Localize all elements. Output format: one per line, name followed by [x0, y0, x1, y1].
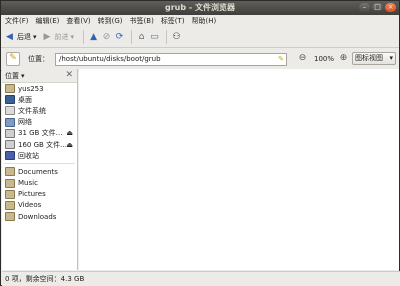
- network-icon: [5, 117, 15, 127]
- location-label: 位置：: [28, 55, 49, 63]
- zoom-in-icon[interactable]: ⊕: [338, 53, 349, 64]
- sidebar-divider: [4, 163, 75, 165]
- sidebar-item-videos[interactable]: Videos: [2, 200, 77, 211]
- sidebar-item-label: 31 GB 文件…: [18, 129, 63, 138]
- back-dropdown-icon[interactable]: ▾: [33, 33, 37, 41]
- sidebar-item-label: 回收站: [18, 151, 39, 160]
- menu-bookmarks[interactable]: 书签(B): [130, 16, 154, 26]
- sidebar-item-music[interactable]: Music: [2, 178, 77, 189]
- menu-go[interactable]: 转到(G): [98, 16, 123, 26]
- toolbar: ◀ 后退 ▾ ▶ 前进 ▾ ▲ ⊘ ⟳ ⌂ ▭ ⚇: [1, 27, 399, 48]
- sidebar-item-label: Downloads: [18, 212, 57, 221]
- sidebar-item-documents[interactable]: Documents: [2, 166, 77, 177]
- edit-clear-icon[interactable]: ✎: [278, 54, 284, 65]
- filesystem-icon: [5, 106, 15, 116]
- drive-icon: [5, 128, 15, 138]
- file-view-area[interactable]: [79, 69, 399, 270]
- forward-button[interactable]: ▶ 前进 ▾: [42, 31, 75, 43]
- chevron-down-icon: ▾: [21, 71, 25, 80]
- file-browser-window: grub - 文件浏览器 – □ × 文件(F) 编辑(E) 查看(V) 转到(…: [0, 0, 400, 286]
- sidebar-item-desktop[interactable]: 桌面: [2, 94, 77, 105]
- home-folder-icon: [5, 84, 15, 94]
- up-arrow-icon[interactable]: ▲: [88, 32, 99, 43]
- minimize-button[interactable]: –: [359, 3, 370, 12]
- status-bar: 0 项，剩余空间：4.3 GB: [2, 271, 400, 286]
- sidebar-header[interactable]: 位置 ▾ ✕: [2, 69, 77, 83]
- sidebar-item-home[interactable]: yus253: [2, 83, 77, 94]
- maximize-button[interactable]: □: [372, 3, 383, 12]
- sidebar-item-label: Music: [18, 179, 38, 188]
- sidebar-item-trash[interactable]: 回收站: [2, 150, 77, 161]
- window-title: grub - 文件浏览器: [165, 3, 235, 12]
- toolbar-separator: [166, 30, 168, 44]
- forward-arrow-icon: ▶: [43, 31, 51, 42]
- path-value: /host/ubuntu/disks/boot/grub: [59, 54, 161, 63]
- chevron-down-icon: ▾: [389, 54, 393, 62]
- home-icon[interactable]: ⌂: [136, 32, 147, 43]
- menu-tabs[interactable]: 标签(T): [161, 16, 185, 26]
- view-mode-select[interactable]: 图标视图 ▾: [352, 52, 396, 65]
- sidebar-item-drive-31gb[interactable]: 31 GB 文件… ⏏: [2, 128, 77, 139]
- menu-view[interactable]: 查看(V): [66, 16, 90, 26]
- sidebar-item-pictures[interactable]: Pictures: [2, 189, 77, 200]
- folder-icon: [5, 200, 15, 210]
- close-button[interactable]: ×: [385, 3, 396, 12]
- trash-icon: [5, 151, 15, 161]
- title-bar[interactable]: grub - 文件浏览器 – □ ×: [1, 1, 399, 15]
- menu-file[interactable]: 文件(F): [5, 16, 29, 26]
- eject-icon[interactable]: ⏏: [66, 141, 73, 149]
- sidebar-item-label: Pictures: [18, 190, 46, 199]
- computer-icon[interactable]: ▭: [149, 32, 160, 43]
- sidebar: 位置 ▾ ✕ yus253 桌面 文件系统 网络 31 GB 文件… ⏏ 160 …: [2, 69, 78, 270]
- desktop-icon: [5, 95, 15, 105]
- sidebar-item-label: yus253: [18, 84, 44, 93]
- forward-dropdown-icon[interactable]: ▾: [71, 33, 75, 41]
- location-bar: ✎ 位置： /host/ubuntu/disks/boot/grub ✎ ⊖ 1…: [1, 48, 399, 71]
- toggle-path-edit-icon[interactable]: ✎: [6, 52, 20, 66]
- sidebar-item-label: 160 GB 文件…: [18, 140, 68, 149]
- reload-icon[interactable]: ⟳: [114, 32, 125, 43]
- menu-help[interactable]: 帮助(H): [192, 16, 217, 26]
- back-label: 后退: [17, 33, 31, 41]
- folder-icon: [5, 167, 15, 177]
- back-arrow-icon: ◀: [6, 31, 13, 42]
- folder-icon: [5, 212, 15, 222]
- sidebar-item-downloads[interactable]: Downloads: [2, 211, 77, 222]
- sidebar-item-network[interactable]: 网络: [2, 117, 77, 128]
- menu-edit[interactable]: 编辑(E): [36, 16, 60, 26]
- eject-icon[interactable]: ⏏: [66, 129, 73, 137]
- folder-icon: [5, 178, 15, 188]
- sidebar-header-label: 位置: [5, 71, 19, 80]
- stop-icon[interactable]: ⊘: [101, 32, 112, 43]
- drive-icon: [5, 140, 15, 150]
- sidebar-item-drive-160gb[interactable]: 160 GB 文件… ⏏: [2, 139, 77, 150]
- view-mode-value: 图标视图: [355, 54, 383, 62]
- path-input[interactable]: /host/ubuntu/disks/boot/grub ✎: [55, 52, 287, 66]
- sidebar-item-label: Documents: [18, 167, 58, 176]
- zoom-level: 100%: [314, 54, 335, 63]
- menu-bar: 文件(F) 编辑(E) 查看(V) 转到(G) 书签(B) 标签(T) 帮助(H…: [1, 15, 399, 27]
- sidebar-item-filesystem[interactable]: 文件系统: [2, 105, 77, 116]
- folder-icon: [5, 189, 15, 199]
- back-button[interactable]: ◀ 后退 ▾: [4, 31, 37, 43]
- sidebar-item-label: 桌面: [18, 95, 32, 104]
- search-binoculars-icon[interactable]: ⚇: [171, 32, 182, 43]
- sidebar-item-label: 文件系统: [18, 106, 46, 115]
- zoom-out-icon[interactable]: ⊖: [297, 53, 308, 64]
- sidebar-item-label: Videos: [18, 201, 42, 210]
- toolbar-separator: [83, 30, 85, 44]
- forward-label: 前进: [54, 33, 69, 41]
- sidebar-item-label: 网络: [18, 118, 32, 127]
- toolbar-separator: [131, 30, 133, 44]
- close-icon[interactable]: ✕: [65, 70, 73, 80]
